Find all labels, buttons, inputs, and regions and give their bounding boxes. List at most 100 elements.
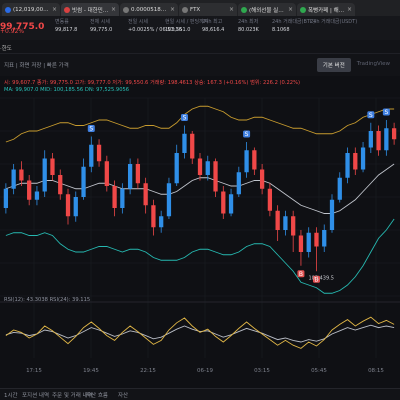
- close-icon[interactable]: ×: [170, 6, 175, 13]
- ticker-stat: 24h 거래대금(USDT): [310, 18, 357, 27]
- browser-tab[interactable]: 빗썸 - 대한민국 대…×: [61, 3, 119, 16]
- ticker-stat: 전체 시세 99,775.0: [90, 18, 112, 33]
- close-icon[interactable]: ×: [52, 6, 57, 13]
- ticker-stat-key: 전체 시세: [90, 19, 110, 25]
- chart-view-switch: 기본 버전 TradingView: [316, 58, 396, 72]
- candle: [368, 131, 373, 148]
- browser-tab-label: (12,019,000 ↑) Coin…: [13, 6, 50, 13]
- trade-marker-label: S: [183, 115, 187, 122]
- candle: [314, 232, 319, 247]
- browser-tab[interactable]: FTX ×: [179, 3, 237, 16]
- price-change-percent: +0.92%: [0, 28, 25, 35]
- chart-section-label: ·한도: [0, 46, 12, 52]
- candle: [283, 216, 288, 230]
- candle: [298, 235, 304, 252]
- candle: [205, 161, 210, 175]
- coin-logo-icon: [5, 6, 11, 13]
- time-axis-label: 03:15: [254, 368, 270, 374]
- trade-marker-label: S: [245, 131, 249, 138]
- close-icon[interactable]: ×: [347, 6, 352, 13]
- grey-logo-icon: [123, 6, 129, 13]
- candle: [391, 128, 397, 140]
- ticker-stat-value: 80.023K: [238, 27, 259, 33]
- browser-tab-label: 빗썸 - 대한민국 대…: [72, 7, 109, 14]
- trade-marker-label: B: [299, 271, 303, 278]
- bottom-tab[interactable]: 포지션 내역: [22, 391, 49, 399]
- candle: [221, 191, 226, 214]
- candle: [120, 188, 125, 208]
- candle: [360, 147, 366, 170]
- candle: [306, 232, 311, 252]
- rsi-values: RSI(12): 43.3038 RSI(24): 39.115: [4, 297, 91, 303]
- candle: [166, 183, 172, 217]
- ticker-stat: 변동률 99,817.8: [55, 18, 77, 33]
- candle: [81, 166, 86, 197]
- basic-view-button[interactable]: 기본 버전: [316, 58, 351, 72]
- news-logo-icon: [241, 6, 247, 13]
- candle: [50, 158, 55, 175]
- candle: [228, 194, 234, 214]
- bottom-tab[interactable]: 자산: [118, 391, 128, 399]
- bottom-panel-tabs: 1시간 포지션 내역 주문 및 거래 내역 자산 흐름 자산: [0, 388, 400, 400]
- rsi-legend: RSI(12): 43.3038 RSI(24): 39.115: [4, 297, 90, 303]
- ticker-header: 99,775.0 +0.92% 변동률 99,817.8 전체 시세 99,775.0…: [0, 16, 400, 40]
- candle: [151, 205, 156, 228]
- browser-tab[interactable]: (해외선물 실전트…×: [238, 3, 296, 16]
- browser-tab-label: (해외선물 실전트…: [249, 7, 286, 14]
- browser-tab[interactable]: 폭뻥카페 | 해선…×: [297, 3, 355, 16]
- ticker-stat-value: 99,775.0: [90, 27, 113, 33]
- time-axis-label: 19:45: [83, 368, 99, 374]
- indicator-menu[interactable]: 지표 | 화면 저장 | 빠른 가격: [4, 61, 69, 69]
- candle: [135, 164, 141, 184]
- candle: [104, 161, 109, 186]
- browser-tab-label: 0.00005189 DAC…: [131, 6, 168, 13]
- cafe-logo-icon: [300, 6, 306, 13]
- browser-tab[interactable]: 0.00005189 DAC…×: [120, 3, 178, 16]
- browser-tab[interactable]: (12,019,000 ↑) Coin…×: [2, 3, 60, 16]
- ticker-stat: 24h 거래대금(BTC) 8.1068: [272, 18, 315, 33]
- close-icon[interactable]: ×: [229, 6, 234, 13]
- candle: [345, 153, 350, 178]
- bithumb-logo-icon: [64, 6, 70, 13]
- browser-tab-label: FTX: [190, 6, 201, 13]
- candle: [73, 197, 78, 217]
- candle: [182, 133, 187, 153]
- candle: [159, 216, 164, 228]
- candle: [89, 144, 94, 167]
- candle: [19, 169, 24, 181]
- candle: [190, 133, 195, 159]
- ticker-stat-key: 변동률: [55, 19, 69, 25]
- price-chart[interactable]: SSSBBS S103,439.517:15 19:45 22:15 06-19 03:1…: [0, 76, 400, 388]
- ticker-stat-key: 24h 거래대금(BTC): [272, 19, 316, 25]
- candle: [65, 194, 71, 217]
- close-icon[interactable]: ×: [288, 6, 293, 13]
- candle: [197, 158, 203, 175]
- bollinger-upper-line: [5, 105, 395, 143]
- bottom-tab[interactable]: 1시간: [4, 391, 18, 399]
- time-axis-label: 06-19: [197, 368, 213, 374]
- candle: [252, 150, 257, 170]
- ticker-stat-value: 99,817.8: [55, 27, 78, 33]
- candle: [127, 164, 133, 189]
- trade-marker-label: S: [369, 112, 373, 119]
- browser-tab-label: 폭뻥카페 | 해선…: [308, 7, 345, 14]
- candle: [112, 186, 117, 208]
- chart-toolbar: ·한도: [0, 40, 400, 54]
- close-icon[interactable]: ×: [111, 6, 116, 13]
- browser-tab-bar: (12,019,000 ↑) Coin…×빗썸 - 대한민국 대…×0.0000…: [0, 0, 400, 16]
- candle: [27, 180, 32, 200]
- candle: [384, 128, 389, 151]
- candle: [353, 153, 358, 170]
- candle: [291, 216, 296, 236]
- bottom-tab[interactable]: 자산 흐름: [86, 391, 108, 399]
- ticker-stat-value: 98,616.4: [202, 27, 225, 33]
- chart-options-bar: 지표 | 화면 저장 | 빠른 가격 기본 버전 TradingView: [0, 54, 400, 76]
- candle: [58, 175, 63, 195]
- trade-marker-label: S: [384, 109, 388, 116]
- candle: [143, 183, 148, 206]
- candle: [329, 199, 335, 230]
- time-axis-label: 05:45: [311, 368, 327, 374]
- candle: [3, 188, 9, 208]
- candle: [376, 131, 381, 151]
- tradingview-button[interactable]: TradingView: [351, 58, 396, 72]
